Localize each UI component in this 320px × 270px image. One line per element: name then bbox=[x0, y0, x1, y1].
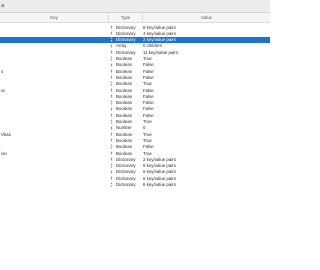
row-type[interactable]: Dictionary bbox=[116, 163, 136, 168]
row-value[interactable]: 0 children bbox=[143, 43, 162, 48]
type-stepper-icon[interactable]: ▲ ▼ bbox=[110, 131, 113, 136]
row-type[interactable]: Boolean bbox=[116, 144, 132, 149]
row-value[interactable]: True bbox=[143, 151, 152, 156]
type-stepper-icon[interactable]: ▲ ▼ bbox=[110, 138, 113, 143]
row-type[interactable]: Dictionary bbox=[116, 25, 136, 30]
row-value[interactable]: False bbox=[143, 106, 154, 111]
type-stepper-icon[interactable]: ▲ ▼ bbox=[110, 100, 113, 105]
type-stepper-icon[interactable]: ▲ ▼ bbox=[110, 125, 113, 130]
type-stepper-icon[interactable]: ▲ ▼ bbox=[110, 106, 113, 111]
type-stepper-icon[interactable]: ▲ ▼ bbox=[110, 50, 113, 55]
row-key[interactable]: Vkas bbox=[1, 132, 11, 137]
table-row[interactable]: ▲ ▼ Dictionary 6 key/value pairs bbox=[0, 181, 270, 187]
row-type[interactable]: Number bbox=[116, 125, 132, 130]
row-type[interactable]: Dictionary bbox=[116, 37, 136, 42]
column-header-value[interactable]: Value bbox=[143, 15, 270, 20]
row-value[interactable]: False bbox=[143, 69, 154, 74]
type-stepper-icon[interactable]: ▲ ▼ bbox=[110, 119, 113, 124]
row-value[interactable]: 6 key/value pairs bbox=[143, 169, 176, 174]
row-value[interactable]: 6 key/value pairs bbox=[143, 182, 176, 187]
row-value[interactable]: False bbox=[143, 113, 154, 118]
row-value[interactable]: False bbox=[143, 75, 154, 80]
type-stepper-icon[interactable]: ▲ ▼ bbox=[110, 75, 113, 80]
row-type[interactable]: Boolean bbox=[116, 119, 132, 124]
row-value[interactable]: False bbox=[143, 88, 154, 93]
row-type[interactable]: Boolean bbox=[116, 56, 132, 61]
type-stepper-icon[interactable]: ▲ ▼ bbox=[110, 182, 113, 187]
type-stepper-icon[interactable]: ▲ ▼ bbox=[110, 81, 113, 86]
column-header-type[interactable]: Type bbox=[109, 15, 142, 20]
row-value[interactable]: 2 key/value pairs bbox=[143, 37, 176, 42]
row-value[interactable]: True bbox=[143, 119, 152, 124]
row-value[interactable]: 2 key/value pairs bbox=[143, 157, 176, 162]
row-value[interactable]: True bbox=[143, 56, 152, 61]
row-type[interactable]: Boolean bbox=[116, 62, 132, 67]
type-stepper-icon[interactable]: ▲ ▼ bbox=[110, 157, 113, 162]
type-stepper-icon[interactable]: ▲ ▼ bbox=[110, 56, 113, 61]
row-type[interactable]: Boolean bbox=[116, 132, 132, 137]
type-stepper-icon[interactable]: ▲ ▼ bbox=[110, 176, 113, 181]
row-value[interactable]: 11 key/value pairs bbox=[143, 50, 178, 55]
type-stepper-icon[interactable]: ▲ ▼ bbox=[110, 68, 113, 73]
row-key[interactable]: ion bbox=[1, 151, 7, 156]
row-value[interactable]: 4 key/value pairs bbox=[143, 31, 176, 36]
row-value[interactable]: 6 key/value pairs bbox=[143, 176, 176, 181]
row-type[interactable]: Boolean bbox=[116, 138, 132, 143]
row-type[interactable]: Boolean bbox=[116, 75, 132, 80]
title-bar: st bbox=[0, 0, 270, 13]
column-header-key[interactable]: Key bbox=[0, 15, 108, 20]
row-key[interactable]: or bbox=[1, 88, 5, 93]
row-type[interactable]: Dictionary bbox=[116, 31, 136, 36]
type-stepper-icon[interactable]: ▲ ▼ bbox=[110, 150, 113, 155]
row-type[interactable]: Boolean bbox=[116, 94, 132, 99]
row-type[interactable]: Dictionary bbox=[116, 182, 136, 187]
type-stepper-icon[interactable]: ▲ ▼ bbox=[110, 43, 113, 48]
window-title: st bbox=[1, 3, 5, 8]
type-stepper-icon[interactable]: ▲ ▼ bbox=[110, 62, 113, 67]
type-stepper-icon[interactable]: ▲ ▼ bbox=[110, 144, 113, 149]
type-stepper-icon[interactable]: ▲ ▼ bbox=[110, 163, 113, 168]
row-value[interactable]: True bbox=[143, 132, 152, 137]
type-stepper-icon[interactable]: ▲ ▼ bbox=[110, 37, 113, 42]
row-value[interactable]: False bbox=[143, 62, 154, 67]
row-type[interactable]: Dictionary bbox=[116, 157, 136, 162]
row-value[interactable]: True bbox=[143, 138, 152, 143]
row-value[interactable]: True bbox=[143, 81, 152, 86]
row-type[interactable]: Boolean bbox=[116, 81, 132, 86]
row-value[interactable]: 8 key/value pairs bbox=[143, 25, 176, 30]
row-type[interactable]: Dictionary bbox=[116, 50, 136, 55]
row-value[interactable]: False bbox=[143, 100, 154, 105]
row-type[interactable]: Boolean bbox=[116, 69, 132, 74]
row-key[interactable]: s bbox=[1, 69, 3, 74]
row-type[interactable]: Dictionary bbox=[116, 176, 136, 181]
column-header: Key Type Value bbox=[0, 13, 270, 23]
row-value[interactable]: 0 bbox=[143, 125, 145, 130]
row-type[interactable]: Dictionary bbox=[116, 169, 136, 174]
row-value[interactable]: False bbox=[143, 94, 154, 99]
type-stepper-icon[interactable]: ▲ ▼ bbox=[110, 94, 113, 99]
type-stepper-icon[interactable]: ▲ ▼ bbox=[110, 87, 113, 92]
row-type[interactable]: Boolean bbox=[116, 113, 132, 118]
type-stepper-icon[interactable]: ▲ ▼ bbox=[110, 31, 113, 36]
plist-outline: ▲ ▼ Dictionary 8 key/value pairs ▲ ▼ Dictionar… bbox=[0, 24, 270, 188]
row-type[interactable]: Boolean bbox=[116, 88, 132, 93]
type-stepper-icon[interactable]: ▲ ▼ bbox=[110, 169, 113, 174]
row-value[interactable]: False bbox=[143, 144, 154, 149]
row-value[interactable]: 6 key/value pairs bbox=[143, 163, 176, 168]
row-type[interactable]: Array bbox=[116, 43, 127, 48]
row-type[interactable]: Boolean bbox=[116, 106, 132, 111]
row-type[interactable]: Boolean bbox=[116, 100, 132, 105]
type-stepper-icon[interactable]: ▲ ▼ bbox=[110, 24, 113, 29]
row-type[interactable]: Boolean bbox=[116, 151, 132, 156]
type-stepper-icon[interactable]: ▲ ▼ bbox=[110, 113, 113, 118]
